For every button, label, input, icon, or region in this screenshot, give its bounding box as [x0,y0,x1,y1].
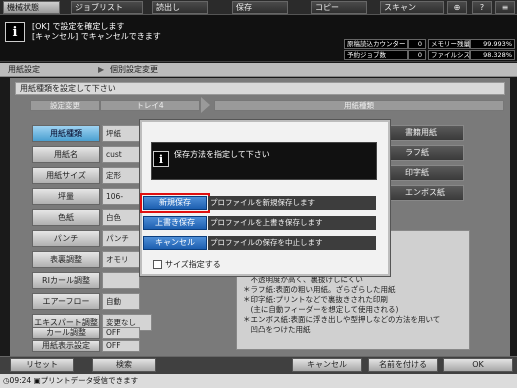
printer-icon: ▣ [33,376,41,385]
tab-machine-status[interactable]: 機械状態 [3,1,60,14]
overwrite-save-description: プロファイルを上書き保存します [208,216,376,230]
setting-label: 用紙種類 [50,129,82,138]
right-column-header: 用紙種類 [214,100,504,111]
counter-value: 0 [408,39,426,49]
info-icon: i [5,22,25,42]
paper-type-label: ラフ紙 [405,148,429,157]
tray-label: トレイ4 [100,100,200,111]
paper-type-rough-button[interactable]: ラフ紙 [390,145,464,161]
setting-label: 坪量 [58,192,74,201]
new-save-description: プロファイルを新規保存します [208,196,376,210]
tab-label: ジョブリスト [75,3,123,12]
breadcrumb [0,63,517,77]
new-save-button[interactable]: 新規保存 [140,193,210,213]
fs-label: ファイルシステム残量 [428,50,496,60]
tab-recall[interactable]: 読出し [152,1,208,14]
setting-airflow-value: 自動 [102,293,140,310]
message-line-1: [OK] で設定を確定します [32,22,125,31]
breadcrumb-item-paper-setting[interactable]: 用紙設定 [8,63,40,77]
setting-paper-type-value: 坪紙 [102,125,140,142]
paper-type-label: 印字紙 [405,168,429,177]
left-column-header: 設定変更 [30,100,100,111]
bottom-bar [0,356,517,374]
setting-label: 表裏調整 [50,255,82,264]
setting-display-value: OFF [102,340,140,352]
tab-label: スキャン [384,3,416,12]
paper-type-book-button[interactable]: 書籍用紙 [390,125,464,141]
setting-label: RIカール調整 [42,276,90,285]
breadcrumb-separator-icon: ▶ [98,65,105,74]
job-value: 0 [408,50,426,60]
setting-color-button[interactable]: 色紙 [32,209,100,226]
setting-weight-value: 106- [102,188,140,205]
message-line-2: [キャンセル] でキャンセルできます [32,32,161,41]
setting-curl-button[interactable]: カール調整 [32,327,100,339]
dialog-title-box [151,142,377,180]
counter-label: 原稿読込カウンター [344,39,408,49]
setting-ri-curl-button[interactable]: RIカール調整 [32,272,100,289]
setting-punch-button[interactable]: パンチ [32,230,100,247]
setting-paper-size-value: 定形 [102,167,140,184]
paper-type-printed-button[interactable]: 印字紙 [390,165,464,181]
setting-ri-curl-value [102,272,140,289]
setting-color-value: 白色 [102,209,140,226]
breadcrumb-item-individual-setting: 個別設定変更 [110,65,158,74]
save-as-button[interactable]: 名前を付ける [368,358,438,372]
setting-duplex-adjust-button[interactable]: 表裏調整 [32,251,100,268]
setting-label: 用紙名 [54,150,78,159]
size-checkbox[interactable] [153,260,162,269]
fs-value: 98.328% [470,50,515,60]
tab-label: 保存 [236,3,252,12]
setting-label: パンチ [53,234,79,243]
status-bar: ◷09:24 ▣プリントデータ受信できます [0,374,517,388]
paper-type-label: 書籍用紙 [405,128,437,137]
setting-label: カール調整 [46,328,86,337]
reset-button[interactable]: リセット [10,358,74,372]
status-text: プリントデータ受信できます [40,376,139,385]
size-checkbox-label: サイズ指定する [165,260,221,269]
setting-display-button[interactable]: 用紙表示設定 [32,340,100,352]
paper-type-emboss-button[interactable]: エンボス紙 [390,185,464,201]
setting-punch-value: パンチ [102,230,140,247]
tab-label: コピー [315,3,339,12]
setting-label: エキスパート調整 [34,318,98,327]
search-button[interactable]: 検索 [92,358,156,372]
setting-paper-size-button[interactable]: 用紙サイズ [32,167,100,184]
setting-paper-name-value: cust [102,146,140,163]
dialog-cancel-button[interactable]: キャンセル [143,236,207,250]
main-header: 用紙種類を設定して下さい [15,82,505,95]
overwrite-save-button[interactable]: 上書き保存 [143,216,207,230]
globe-icon[interactable]: ⊕ [447,1,467,14]
setting-weight-button[interactable]: 坪量 [32,188,100,205]
arrow-right-icon [201,97,210,113]
tab-job-list[interactable]: ジョブリスト [71,1,143,14]
job-label: 予約ジョブ数 [344,50,408,60]
setting-label: 色紙 [58,213,74,222]
tab-label: 読出し [156,3,180,12]
setting-paper-name-button[interactable]: 用紙名 [32,146,100,163]
setting-label: 用紙表示設定 [42,341,90,350]
menu-icon[interactable]: ≡ [495,1,515,14]
ok-button[interactable]: OK [443,358,513,372]
help-icon[interactable]: ? [472,1,492,14]
cancel-button[interactable]: キャンセル [292,358,362,372]
setting-curl-value: OFF [102,327,140,339]
tab-label: 機械状態 [7,3,39,12]
paper-type-label: エンボス紙 [405,188,445,197]
tab-store[interactable]: 保存 [232,1,288,14]
memory-label: メモリー残量 [428,39,470,49]
setting-label: 用紙サイズ [46,171,86,180]
setting-airflow-button[interactable]: エアーフロー [32,293,100,310]
dialog-cancel-description: プロファイルの保存を中止します [208,236,376,250]
tab-copy[interactable]: コピー [311,1,367,14]
setting-label: エアーフロー [42,297,90,306]
setting-duplex-adjust-value: オモリ [102,251,140,268]
setting-paper-type-button[interactable]: 用紙種類 [32,125,100,142]
dialog-info-icon: i [153,151,169,167]
tab-scan[interactable]: スキャン [380,1,444,14]
dialog-title: 保存方法を指定して下さい [174,150,270,159]
status-time: 09:24 [9,376,32,385]
memory-value: 99.993% [470,39,515,49]
